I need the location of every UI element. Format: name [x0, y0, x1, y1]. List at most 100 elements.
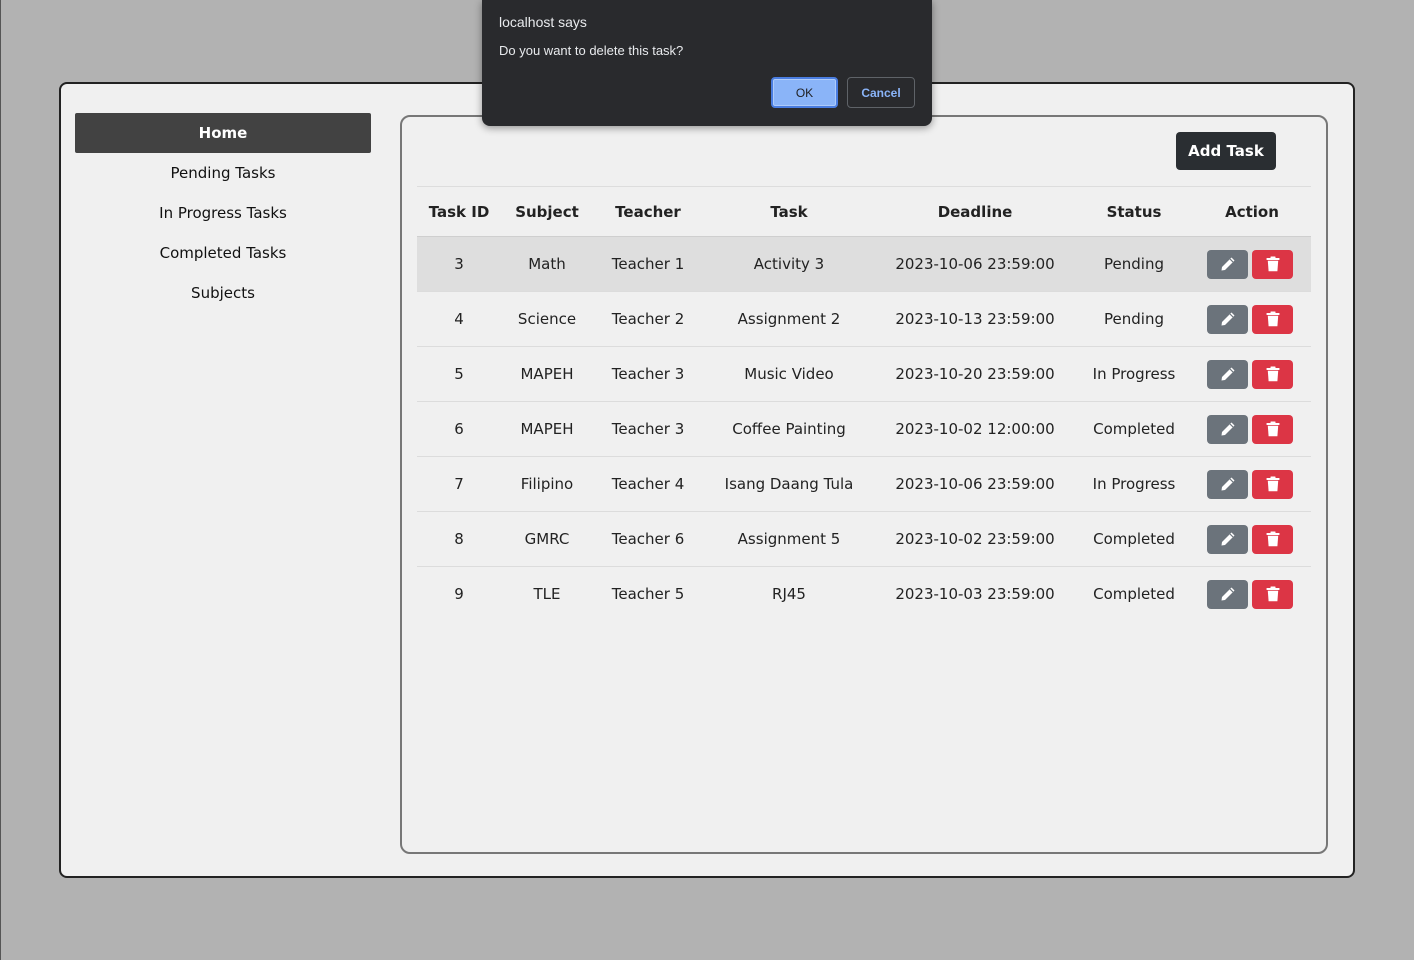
dialog-cancel-button[interactable]: Cancel [847, 77, 915, 108]
table-row: 9 TLE Teacher 5 RJ45 2023-10-03 23:59:00… [417, 567, 1311, 622]
cell-action [1193, 456, 1311, 512]
delete-button[interactable] [1252, 579, 1293, 609]
cell-task-id: 8 [417, 511, 501, 567]
cell-task: Coffee Painting [703, 401, 875, 457]
delete-button[interactable] [1252, 249, 1293, 279]
header-status: Status [1075, 187, 1193, 237]
header-task: Task [703, 187, 875, 237]
table-row: 7 Filipino Teacher 4 Isang Daang Tula 20… [417, 456, 1311, 512]
header-task-id: Task ID [417, 187, 501, 237]
cell-status: Completed [1075, 401, 1193, 457]
cell-task: RJ45 [772, 585, 806, 603]
task-table-container: Task ID Subject Teacher Task Deadline St… [417, 186, 1311, 621]
dialog-message: Do you want to delete this task? [499, 43, 684, 58]
cell-status: Pending [1075, 291, 1193, 347]
cell-action [1193, 346, 1311, 402]
cell-teacher: Teacher 4 [593, 456, 703, 512]
pencil-icon [1221, 532, 1234, 546]
cell-task-id: 6 [417, 401, 501, 457]
edit-button[interactable] [1207, 414, 1248, 444]
header-teacher: Teacher [593, 187, 703, 237]
cell-status: In Progress [1075, 456, 1193, 512]
cell-action [1193, 291, 1311, 347]
edit-button[interactable] [1207, 469, 1248, 499]
delete-button[interactable] [1252, 469, 1293, 499]
sidebar-item-home[interactable]: Home [75, 113, 371, 153]
pencil-icon [1221, 422, 1234, 436]
delete-button[interactable] [1252, 304, 1293, 334]
delete-button[interactable] [1252, 359, 1293, 389]
cell-task-id: 9 [454, 585, 464, 603]
cell-subject: MAPEH [501, 346, 593, 402]
sidebar-item-pending-tasks[interactable]: Pending Tasks [75, 153, 371, 193]
cell-task-id: 3 [417, 236, 501, 292]
cell-task-id: 4 [417, 291, 501, 347]
pencil-icon [1221, 312, 1234, 326]
table-row: 6 MAPEH Teacher 3 Coffee Painting 2023-1… [417, 401, 1311, 457]
cell-action [1193, 567, 1311, 622]
delete-button[interactable] [1252, 414, 1293, 444]
trash-icon [1266, 256, 1279, 272]
cell-deadline: 2023-10-02 23:59:00 [875, 511, 1075, 567]
cell-task-id: 5 [417, 346, 501, 402]
table-row: 5 MAPEH Teacher 3 Music Video 2023-10-20… [417, 346, 1311, 402]
cell-subject: Science [501, 291, 593, 347]
cell-teacher: Teacher 5 [611, 585, 685, 603]
edit-button[interactable] [1207, 359, 1248, 389]
cell-status: Completed [1093, 585, 1175, 603]
cell-teacher: Teacher 1 [593, 236, 703, 292]
trash-icon [1266, 476, 1279, 492]
cell-status: Completed [1075, 511, 1193, 567]
task-panel: Add Task Task ID Subject Teacher Task De… [400, 115, 1328, 854]
trash-icon [1266, 531, 1279, 547]
cell-deadline: 2023-10-06 23:59:00 [875, 456, 1075, 512]
sidebar-item-in-progress-tasks[interactable]: In Progress Tasks [75, 193, 371, 233]
cell-action [1193, 401, 1311, 457]
cell-action [1193, 511, 1311, 567]
edit-button[interactable] [1207, 579, 1248, 609]
cell-teacher: Teacher 3 [593, 346, 703, 402]
pencil-icon [1221, 477, 1234, 491]
cell-deadline: 2023-10-03 23:59:00 [895, 585, 1055, 603]
edit-button[interactable] [1207, 304, 1248, 334]
cell-subject: Math [501, 236, 593, 292]
cell-teacher: Teacher 6 [593, 511, 703, 567]
trash-icon [1266, 586, 1279, 602]
cell-status: Pending [1075, 236, 1193, 292]
dialog-title: localhost says [499, 14, 587, 30]
confirm-dialog: localhost says Do you want to delete thi… [482, 0, 932, 126]
cell-deadline: 2023-10-06 23:59:00 [875, 236, 1075, 292]
task-table: Task ID Subject Teacher Task Deadline St… [417, 187, 1311, 621]
table-row: 4 Science Teacher 2 Assignment 2 2023-10… [417, 291, 1311, 347]
delete-button[interactable] [1252, 524, 1293, 554]
sidebar-item-completed-tasks[interactable]: Completed Tasks [75, 233, 371, 273]
cell-deadline: 2023-10-13 23:59:00 [875, 291, 1075, 347]
window-edge [0, 0, 1, 960]
table-row: 8 GMRC Teacher 6 Assignment 5 2023-10-02… [417, 511, 1311, 567]
cell-subject: TLE [533, 585, 561, 603]
cell-action [1193, 236, 1311, 292]
cell-deadline: 2023-10-02 12:00:00 [875, 401, 1075, 457]
add-task-button[interactable]: Add Task [1176, 132, 1276, 170]
sidebar-item-subjects[interactable]: Subjects [75, 273, 371, 313]
header-deadline: Deadline [875, 187, 1075, 237]
edit-button[interactable] [1207, 524, 1248, 554]
cell-deadline: 2023-10-20 23:59:00 [875, 346, 1075, 402]
header-action: Action [1193, 187, 1311, 237]
cell-task: Assignment 5 [703, 511, 875, 567]
cell-teacher: Teacher 3 [593, 401, 703, 457]
pencil-icon [1221, 257, 1234, 271]
edit-button[interactable] [1207, 249, 1248, 279]
table-row: 3 Math Teacher 1 Activity 3 2023-10-06 2… [417, 236, 1311, 292]
sidebar: Home Pending Tasks In Progress Tasks Com… [75, 113, 371, 313]
cell-task-id: 7 [417, 456, 501, 512]
pencil-icon [1221, 367, 1234, 381]
cell-teacher: Teacher 2 [593, 291, 703, 347]
app-container: Home Pending Tasks In Progress Tasks Com… [59, 82, 1355, 878]
pencil-icon [1221, 587, 1234, 601]
cell-task: Isang Daang Tula [703, 456, 875, 512]
cell-subject: GMRC [501, 511, 593, 567]
dialog-ok-button[interactable]: OK [771, 77, 838, 108]
trash-icon [1266, 311, 1279, 327]
cell-task: Music Video [703, 346, 875, 402]
